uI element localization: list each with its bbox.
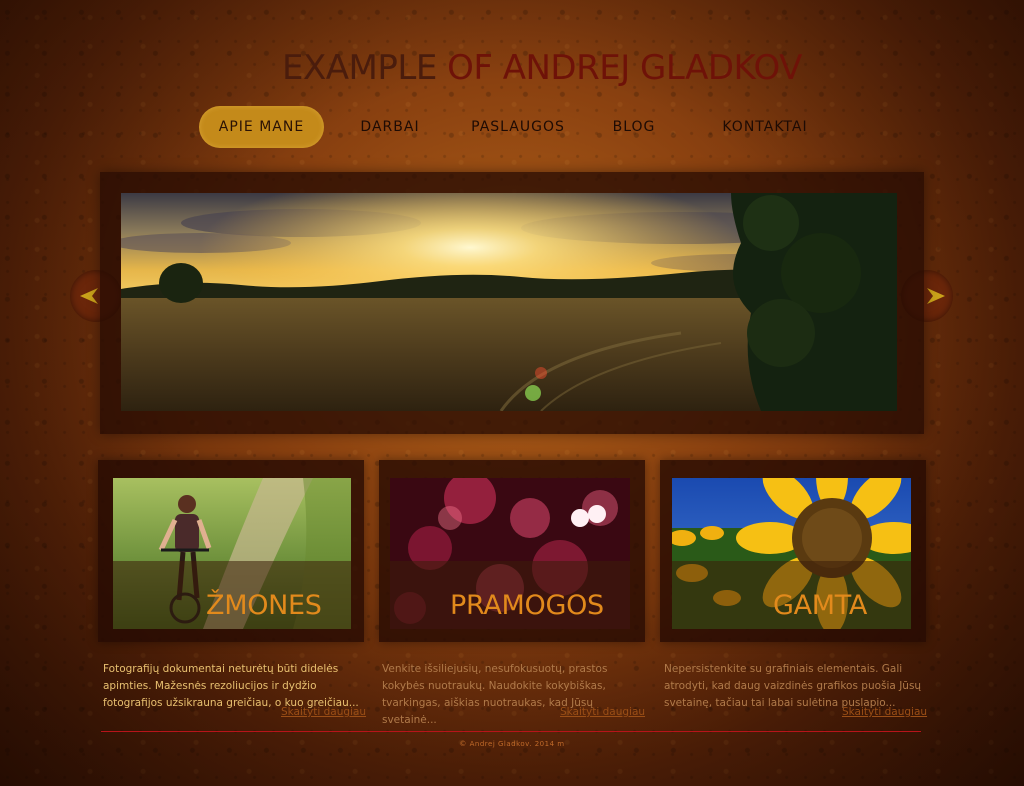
site-title: EXAMPLE OF ANDREJ GLADKOV — [282, 46, 802, 90]
nav-item-blog[interactable]: BLOG — [600, 106, 668, 148]
card-pramogos-label: PRAMOGOS — [450, 590, 604, 621]
site-title-part2: OF ANDREJ GLADKOV — [447, 48, 802, 88]
sunset-over-field-photo — [121, 193, 897, 411]
site-title-part1: EXAMPLE — [282, 48, 437, 88]
chevron-right-icon — [927, 288, 945, 304]
card-zmones[interactable]: ŽMONES — [98, 460, 364, 642]
nav-item-apie-mane[interactable]: APIE MANE — [199, 106, 324, 148]
main-nav: APIE MANE DARBAI PASLAUGOS BLOG KONTAKTA… — [0, 106, 1024, 150]
slider-image — [121, 193, 897, 411]
card-pramogos-image: PRAMOGOS — [390, 478, 630, 629]
card-gamta-image: GAMTA — [672, 478, 911, 629]
nav-item-darbai[interactable]: DARBAI — [350, 106, 430, 148]
card-pramogos[interactable]: PRAMOGOS — [379, 460, 645, 642]
card-gamta-read-more-link[interactable]: Skaityti daugiau — [842, 706, 927, 718]
nav-item-paslaugos[interactable]: PASLAUGOS — [464, 106, 572, 148]
card-gamta-label: GAMTA — [773, 590, 868, 621]
card-pramogos-text: Venkite išsiliejusių, nesufokusuotų, pra… — [382, 663, 608, 726]
chevron-left-icon — [80, 288, 98, 304]
card-gamta-text: Nepersistenkite su grafiniais elementais… — [664, 663, 922, 709]
card-zmones-image: ŽMONES — [113, 478, 351, 629]
nav-item-kontaktai[interactable]: KONTAKTAI — [712, 106, 818, 148]
slider — [100, 172, 924, 434]
card-zmones-text: Fotografijų dokumentai neturėtų būti did… — [103, 663, 359, 709]
footer-copyright: © Andrej Gladkov. 2014 m — [459, 740, 565, 748]
footer-divider — [101, 731, 921, 732]
card-zmones-label: ŽMONES — [206, 590, 322, 621]
card-zmones-read-more-link[interactable]: Skaityti daugiau — [281, 706, 366, 718]
card-gamta[interactable]: GAMTA — [660, 460, 926, 642]
card-pramogos-read-more-link[interactable]: Skaityti daugiau — [560, 706, 645, 718]
